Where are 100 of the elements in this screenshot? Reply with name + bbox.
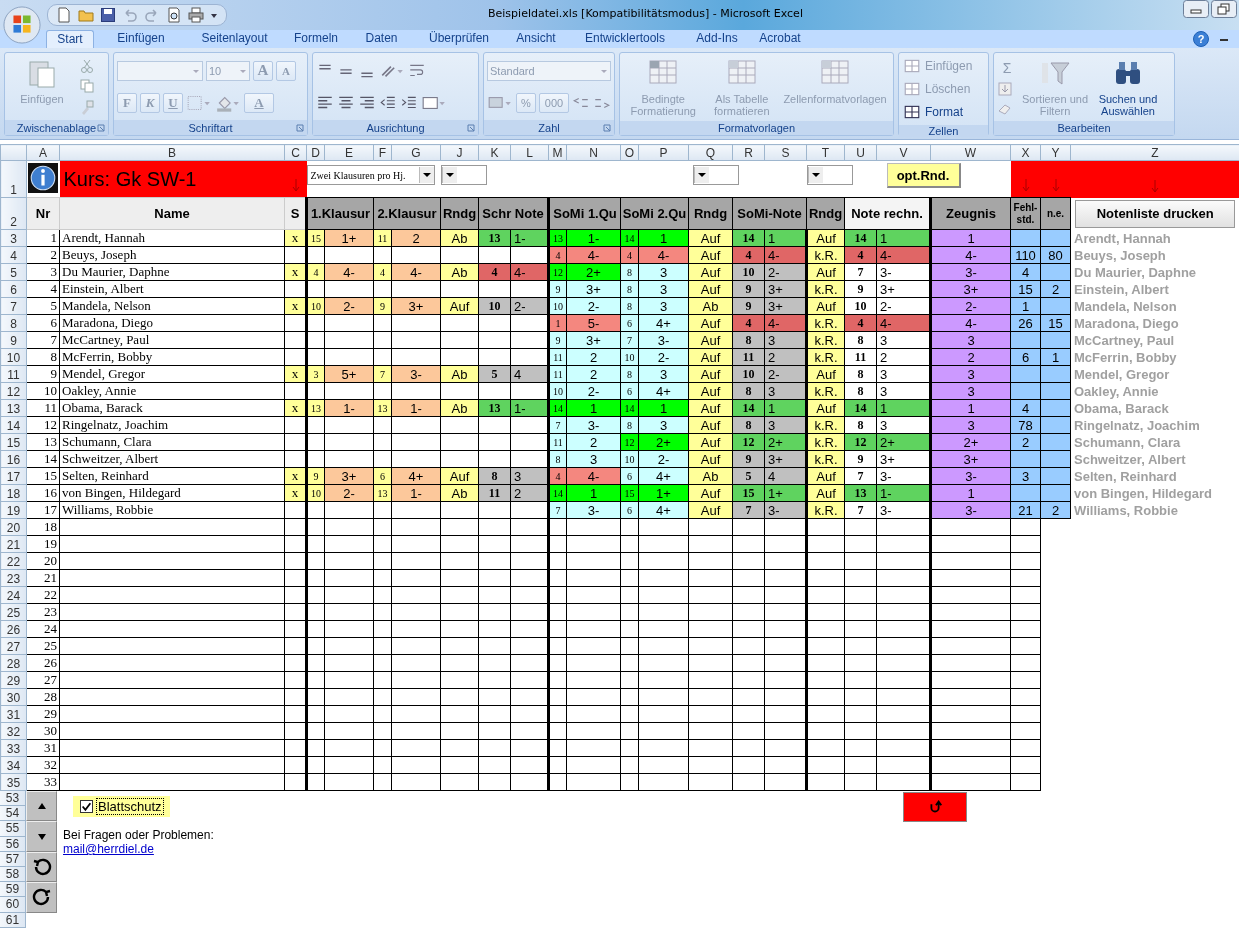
undo-icon[interactable] <box>122 7 138 23</box>
restore-icon[interactable] <box>1211 0 1237 18</box>
ribbon-tab[interactable]: Formeln <box>281 30 351 48</box>
ribbon-tab[interactable]: Ansicht <box>506 30 566 48</box>
table-cell: Mandela, Nelson <box>1070 297 1239 315</box>
rotate-button[interactable] <box>26 851 57 883</box>
new-file-icon[interactable] <box>56 7 72 23</box>
column-header[interactable]: C <box>284 144 307 161</box>
ribbon-tab[interactable]: Seitenlayout <box>188 30 281 48</box>
group-label: Formatvorlagen <box>717 122 795 134</box>
column-header[interactable]: X <box>1010 144 1041 161</box>
cells-icon <box>903 57 921 75</box>
column-header[interactable]: E <box>324 144 374 161</box>
table-cell: 6 <box>26 314 60 332</box>
column-header[interactable]: S <box>764 144 807 161</box>
ribbon-tab[interactable]: Entwicklertools <box>566 30 684 48</box>
row-header[interactable]: 2 <box>0 197 27 230</box>
table-cell: Williams, Robbie <box>59 501 285 519</box>
ribbon-tab[interactable]: Daten <box>351 30 412 48</box>
find-select-button[interactable]: Suchen und Auswählen <box>1093 56 1163 118</box>
mode-dropdown[interactable]: Zwei Klausuren pro Hj. <box>306 165 435 185</box>
help-button[interactable]: ? <box>1193 31 1209 47</box>
table-cell: Oakley, Annie <box>59 382 285 400</box>
row-header[interactable]: 55 <box>0 821 26 837</box>
column-header[interactable]: B <box>59 144 285 161</box>
column-heading: 2.Klausur <box>373 197 441 230</box>
dialog-launcher-icon[interactable] <box>97 124 105 132</box>
column-header[interactable]: L <box>510 144 549 161</box>
check-icon <box>81 801 92 812</box>
column-heading: 1.Klausur <box>306 197 374 230</box>
save-icon[interactable] <box>100 7 116 23</box>
cells-icon <box>903 103 921 121</box>
row-header[interactable]: 60 <box>0 897 26 913</box>
dropdown[interactable] <box>806 165 853 185</box>
table-cell: 2 <box>26 246 60 264</box>
table-cell: Mendel, Gregor <box>1070 365 1239 383</box>
row-header[interactable]: 1 <box>0 160 27 198</box>
column-header[interactable]: N <box>566 144 621 161</box>
scroll-up-button[interactable] <box>26 791 57 822</box>
cells-button[interactable]: Format <box>902 102 964 122</box>
redo-icon[interactable] <box>144 7 160 23</box>
column-header[interactable]: Q <box>688 144 733 161</box>
group-label: Schriftart <box>188 121 233 134</box>
folder-icon[interactable] <box>78 7 94 23</box>
ribbon-tab[interactable]: Add-Ins <box>684 30 750 48</box>
table-cell: Du Maurier, Daphne <box>59 263 285 281</box>
table-cell: von Bingen, Hildegard <box>1070 484 1239 502</box>
counterclockwise-arrow-icon <box>31 887 52 908</box>
table-cell: Arendt, Hannah <box>59 229 285 247</box>
row-header[interactable]: 54 <box>0 806 26 822</box>
table-cell: 15 <box>26 467 60 485</box>
column-header[interactable]: W <box>930 144 1011 161</box>
column-heading: Rndg <box>440 197 479 230</box>
print-preview-icon[interactable] <box>166 7 182 23</box>
ribbon-tab[interactable]: Start <box>46 30 94 48</box>
ribbon-tab[interactable]: Acrobat <box>750 30 810 48</box>
column-header[interactable]: R <box>732 144 765 161</box>
undo-button[interactable] <box>903 792 967 822</box>
column-header[interactable]: V <box>876 144 931 161</box>
dialog-launcher-icon[interactable] <box>296 124 304 132</box>
dropdown[interactable] <box>440 165 487 185</box>
table-cell: Obama, Barack <box>1070 399 1239 417</box>
column-header[interactable]: Z <box>1070 144 1239 161</box>
table-cell: Arendt, Hannah <box>1070 229 1239 247</box>
scroll-down-button[interactable] <box>26 821 57 852</box>
table-cell: Mendel, Gregor <box>59 365 285 383</box>
table-cell: 11 <box>26 399 60 417</box>
row-header[interactable]: 59 <box>0 882 26 898</box>
table-cell: Schumann, Clara <box>1070 433 1239 451</box>
column-header[interactable]: K <box>478 144 511 161</box>
opt-rnd-button[interactable]: opt.Rnd. <box>886 163 961 188</box>
window-title: Beispieldatei.xls [Kompatibilitätsmodus] - Microsoft Excel <box>488 7 803 20</box>
column-header[interactable]: A <box>26 144 60 161</box>
email-link[interactable]: mail@herrdiel.de <box>63 842 154 856</box>
column-header[interactable]: U <box>844 144 877 161</box>
table-cell: Beuys, Joseph <box>59 246 285 264</box>
column-header[interactable]: G <box>391 144 441 161</box>
info-icon[interactable] <box>28 163 58 193</box>
dialog-launcher-icon[interactable] <box>467 124 475 132</box>
ribbon-tab[interactable]: Einfügen <box>94 30 188 48</box>
print-list-button[interactable]: Notenliste drucken <box>1075 199 1236 228</box>
rotate-button[interactable] <box>26 882 57 913</box>
table-cell: Selten, Reinhard <box>1070 467 1239 485</box>
row-header[interactable]: 53 <box>0 791 26 807</box>
group-label: Zwischenablage <box>16 121 97 134</box>
table-cell: 25 <box>26 637 60 655</box>
minimize-icon[interactable] <box>1183 0 1209 18</box>
table-cell: Oakley, Annie <box>1070 382 1239 400</box>
printer-icon[interactable] <box>188 7 204 23</box>
table-cell: 27 <box>26 671 60 689</box>
column-header[interactable]: P <box>638 144 689 161</box>
fill-down-icon[interactable] <box>997 81 1013 97</box>
column-header[interactable]: Y <box>1040 144 1071 161</box>
column-header[interactable]: J <box>440 144 479 161</box>
font-name-field[interactable] <box>117 60 203 81</box>
column-header[interactable]: T <box>806 144 845 161</box>
dropdown[interactable] <box>692 165 739 185</box>
dialog-launcher-icon[interactable] <box>603 124 611 132</box>
ribbon-tab[interactable]: Überprüfen <box>412 30 506 48</box>
checkbox[interactable]: Blattschutz <box>73 796 170 817</box>
